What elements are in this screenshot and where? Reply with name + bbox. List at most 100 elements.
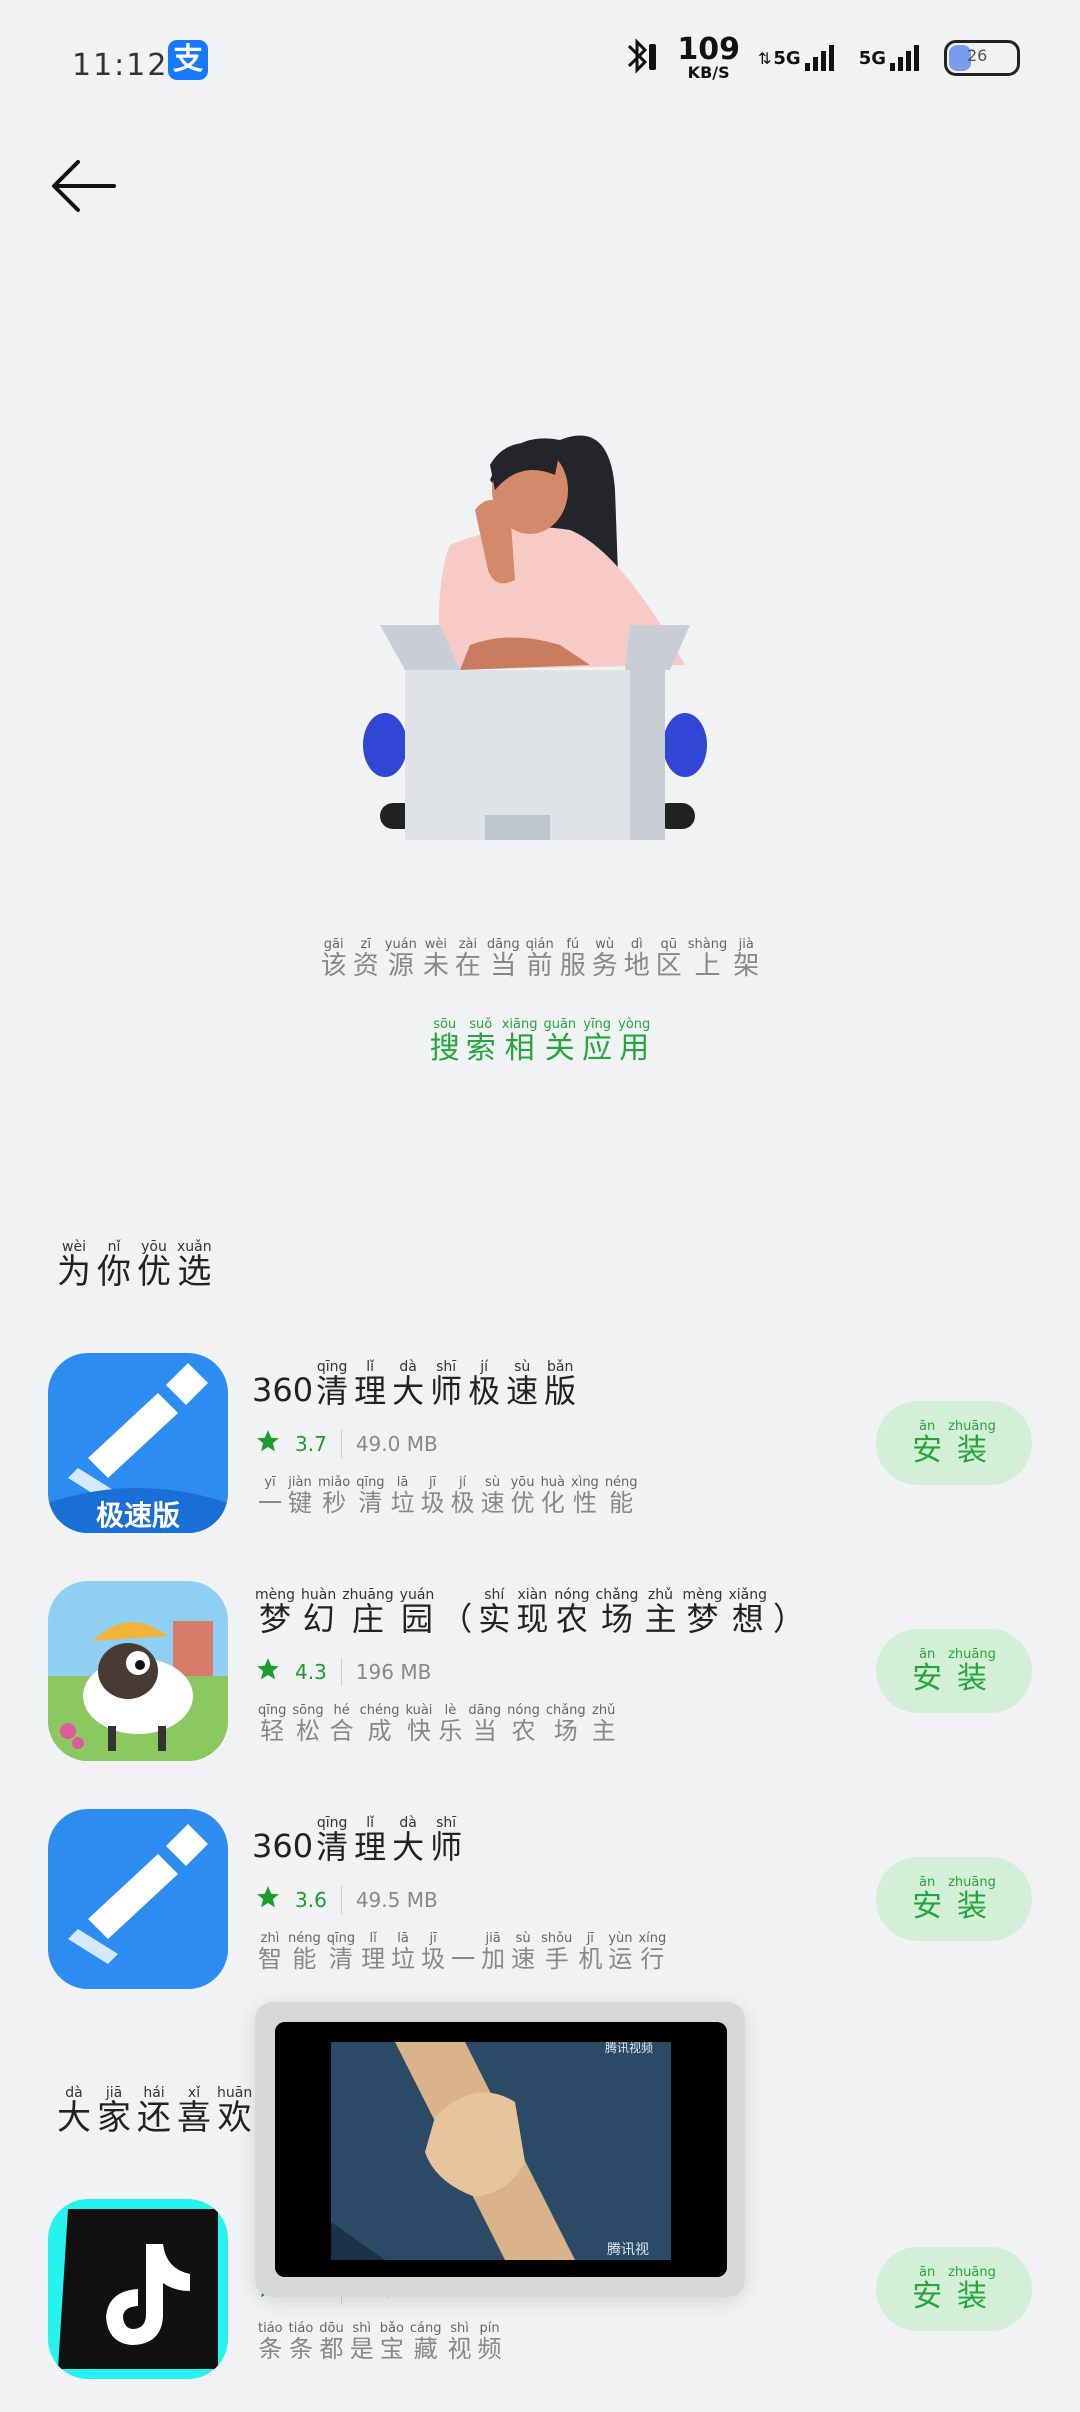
ruby-char: lǐ 理 bbox=[354, 1359, 387, 1410]
app-description-3: zhì 智 néng 能 qīng 清 lǐ 理 lā 垃 jī 圾 一 jiā 加 sù 速 shǒu 手 jī 机… bbox=[255, 1931, 669, 1973]
ruby-char: hé 合 bbox=[329, 1703, 354, 1745]
ruby-char: ān 安 bbox=[912, 1646, 943, 1696]
ruby-char: fú 服 bbox=[559, 937, 586, 981]
ruby-char: chéng 成 bbox=[359, 1703, 400, 1745]
ruby-char: （ bbox=[440, 1600, 473, 1638]
ruby-char: yùn 运 bbox=[608, 1931, 633, 1973]
empty-state-illustration bbox=[360, 430, 710, 850]
ruby-char: jí 极 bbox=[468, 1359, 501, 1410]
ruby-char: xiàn 现 bbox=[516, 1587, 549, 1638]
ruby-char: nóng 农 bbox=[507, 1703, 540, 1745]
app-description-4: tiáo 条 tiáo 条 dōu 都 shì 是 bǎo 宝 cáng 藏 shì 视 pín 频 bbox=[255, 2321, 505, 2363]
app-icon-360-clean[interactable] bbox=[48, 1809, 228, 1989]
ruby-char: wù 务 bbox=[591, 937, 618, 981]
app-size: 49.0 MB bbox=[355, 1431, 438, 1456]
ruby-char: qīng 清 bbox=[316, 1359, 349, 1410]
ruby-char: miǎo 秒 bbox=[318, 1475, 351, 1517]
ruby-char: xiǎng 想 bbox=[728, 1587, 767, 1638]
ruby-char: yīng 应 bbox=[582, 1017, 613, 1066]
ruby-char: huàn 幻 bbox=[301, 1587, 337, 1638]
ruby-char: xìng 性 bbox=[571, 1475, 599, 1517]
ruby-char: shì 是 bbox=[349, 2321, 374, 2363]
ruby-char: nǐ 你 bbox=[97, 1239, 131, 1292]
ruby-char: shī 师 bbox=[430, 1359, 463, 1410]
ruby-char: yōu 优 bbox=[137, 1239, 171, 1292]
ruby-char: shì 视 bbox=[447, 2321, 472, 2363]
ruby-char: dì 地 bbox=[623, 937, 650, 981]
ruby-char: dà 大 bbox=[392, 1359, 425, 1410]
ruby-char: dà 大 bbox=[392, 1815, 425, 1866]
ruby-char: zhuāng 装 bbox=[948, 1874, 996, 1924]
ruby-char: guān 关 bbox=[543, 1017, 577, 1066]
app-name-1[interactable]: 360 qīng 清 lǐ 理 dà 大 shī 师 jí 极 sù 速 bǎn 版 bbox=[252, 1360, 579, 1409]
ruby-char: bǎo 宝 bbox=[379, 2321, 404, 2363]
ruby-char: zhuāng 庄 bbox=[342, 1587, 394, 1638]
ruby-char: sōu 搜 bbox=[429, 1017, 460, 1066]
ruby-char: dōu 都 bbox=[319, 2321, 344, 2363]
ruby-char: jī 圾 bbox=[420, 1475, 445, 1517]
star-icon bbox=[255, 1656, 281, 1687]
app-meta-1: 3.7 49.0 MB bbox=[255, 1428, 438, 1459]
ruby-char: yuán 园 bbox=[399, 1587, 435, 1638]
ruby-char: zhǔ 主 bbox=[591, 1703, 616, 1745]
ruby-char: huà 化 bbox=[540, 1475, 566, 1517]
section-title-popular: dà 大 jiā 家 hái 还 xǐ 喜 huān 欢 bbox=[54, 2086, 255, 2137]
search-related-apps-link[interactable]: sōu 搜 suǒ 索 xiāng 相 guān 关 yīng 应 yòng 用 bbox=[0, 1017, 1080, 1066]
ruby-char: ） bbox=[773, 1600, 806, 1638]
ruby-char: wèi 未 bbox=[422, 937, 449, 981]
app-icon-dream-farm[interactable] bbox=[48, 1581, 228, 1761]
install-button-2[interactable]: ān 安 zhuāng 装 bbox=[876, 1629, 1032, 1713]
floating-video-window[interactable]: 腾讯视频 腾讯视 bbox=[255, 2002, 745, 2297]
ruby-char: jiā 家 bbox=[97, 2085, 131, 2138]
ruby-char: qīng 清 bbox=[356, 1475, 385, 1517]
video-watermark-bottom: 腾讯视 bbox=[607, 2241, 649, 2258]
app-description-1: yī 一 jiàn 键 miǎo 秒 qīng 清 lā 垃 jī 圾 jí 极 sù 速 yōu 优 huà 化 xì… bbox=[255, 1475, 641, 1517]
install-button-3[interactable]: ān 安 zhuāng 装 bbox=[876, 1857, 1032, 1941]
ruby-char: zhǔ 主 bbox=[644, 1587, 677, 1638]
ruby-char: dāng 当 bbox=[486, 937, 520, 981]
ruby-char: sù 速 bbox=[506, 1359, 539, 1410]
ruby-char: xiāng 相 bbox=[501, 1017, 538, 1066]
install-button-4[interactable]: ān 安 zhuāng 装 bbox=[876, 2247, 1032, 2331]
ruby-char: nóng 农 bbox=[554, 1587, 590, 1638]
ruby-char: dāng 当 bbox=[468, 1703, 502, 1745]
ruby-char: cáng 藏 bbox=[409, 2321, 442, 2363]
ruby-char: jī 圾 bbox=[421, 1931, 446, 1973]
ruby-char: zhì 智 bbox=[258, 1931, 282, 1973]
ruby-char: chǎng 场 bbox=[545, 1703, 586, 1745]
ruby-char: ān 安 bbox=[912, 1418, 943, 1468]
ruby-char: qīng 清 bbox=[316, 1815, 349, 1866]
status-icons: 109 KB/S ⇅ 5G 5G 26 bbox=[619, 34, 1020, 82]
app-meta-2: 4.3 196 MB bbox=[255, 1656, 431, 1687]
app-name-2[interactable]: mèng 梦 huàn 幻 zhuāng 庄 yuán 园 （shí 实 xiàn 现 nóng 农 ch… bbox=[252, 1588, 808, 1637]
app-icon-douyin[interactable] bbox=[48, 2199, 228, 2379]
ruby-char: shī 师 bbox=[430, 1815, 463, 1866]
ruby-char: chǎng 场 bbox=[595, 1587, 639, 1638]
ruby-char: yuán 源 bbox=[384, 937, 417, 981]
ruby-char: yōu 优 bbox=[510, 1475, 535, 1517]
ruby-char: wèi 为 bbox=[57, 1239, 91, 1292]
back-button[interactable] bbox=[48, 150, 120, 222]
ruby-char: zhuāng 装 bbox=[948, 1418, 996, 1468]
signal-1: ⇅ 5G bbox=[758, 43, 841, 73]
ruby-char: suǒ 索 bbox=[465, 1017, 496, 1066]
ruby-char: 一 bbox=[451, 1945, 476, 1973]
app-icon-360-clean-lite[interactable]: 极速版 bbox=[48, 1353, 228, 1533]
video-frame[interactable]: 腾讯视频 腾讯视 bbox=[275, 2022, 727, 2277]
ruby-char: néng 能 bbox=[288, 1931, 321, 1973]
app-size: 196 MB bbox=[355, 1659, 432, 1684]
app-rating: 4.3 bbox=[295, 1659, 327, 1684]
ruby-char: lǐ 理 bbox=[354, 1815, 387, 1866]
ruby-char: xǐ 喜 bbox=[177, 2085, 211, 2138]
ruby-char: zhuāng 装 bbox=[948, 2264, 996, 2314]
status-time: 11:12 bbox=[72, 48, 169, 83]
install-button-1[interactable]: ān 安 zhuāng 装 bbox=[876, 1401, 1032, 1485]
ruby-char: hái 还 bbox=[137, 2085, 171, 2138]
app-name-3[interactable]: 360 qīng 清 lǐ 理 dà 大 shī 师 bbox=[252, 1816, 465, 1865]
ruby-char: qīng 清 bbox=[326, 1931, 356, 1973]
app-size: 49.5 MB bbox=[355, 1887, 438, 1912]
ruby-char: xíng 行 bbox=[638, 1931, 667, 1973]
ruby-char: qū 区 bbox=[655, 937, 682, 981]
ruby-char: zài 在 bbox=[454, 937, 481, 981]
ruby-char: tiáo 条 bbox=[258, 2321, 283, 2363]
